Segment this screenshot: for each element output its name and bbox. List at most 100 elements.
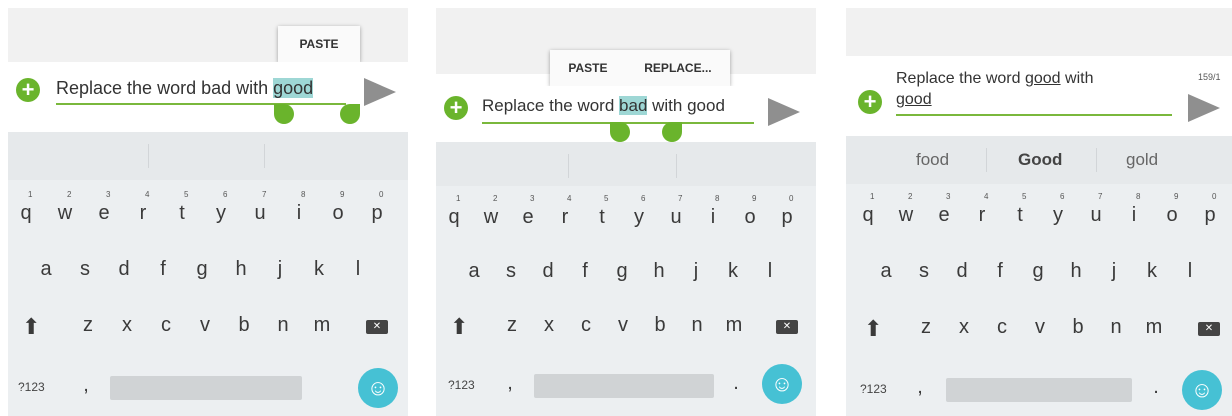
selection-handle-right[interactable] [340, 104, 360, 124]
key-n[interactable]: n [265, 314, 301, 337]
key-k[interactable]: k [1134, 260, 1170, 283]
space-bar[interactable] [110, 376, 302, 400]
key-t[interactable]: 5t [1002, 192, 1038, 227]
key-l[interactable]: l [340, 258, 376, 281]
message-input[interactable]: Replace the word bad with good [482, 96, 725, 116]
key-l[interactable]: l [752, 260, 788, 283]
message-input[interactable]: Replace the word bad with good [56, 78, 314, 99]
key-s[interactable]: s [67, 258, 103, 281]
key-q[interactable]: 1q [436, 194, 472, 229]
key-c[interactable]: c [568, 314, 604, 337]
shift-icon[interactable]: ⬆ [22, 314, 40, 340]
replace-button[interactable]: REPLACE... [644, 61, 711, 75]
key-u[interactable]: 7u [1078, 192, 1114, 227]
key-r[interactable]: 4r [125, 190, 161, 225]
key-r[interactable]: 4r [964, 192, 1000, 227]
key-k[interactable]: k [301, 258, 337, 281]
key-d[interactable]: d [944, 260, 980, 283]
key-k[interactable]: k [715, 260, 751, 283]
key-q[interactable]: 1q [8, 190, 44, 225]
paste-button[interactable]: PASTE [299, 37, 338, 51]
key-a[interactable]: a [456, 260, 492, 283]
key-g[interactable]: g [184, 258, 220, 281]
add-attachment-icon[interactable]: + [444, 96, 468, 120]
key-l[interactable]: l [1172, 260, 1208, 283]
symbols-key[interactable]: ?123 [448, 378, 475, 392]
key-z[interactable]: z [908, 316, 944, 339]
key-v[interactable]: v [187, 314, 223, 337]
key-t[interactable]: 5t [164, 190, 200, 225]
key-u[interactable]: 7u [658, 194, 694, 229]
suggestion-food[interactable]: food [916, 150, 949, 170]
key-h[interactable]: h [1058, 260, 1094, 283]
key-m[interactable]: m [1136, 316, 1172, 339]
send-icon[interactable] [364, 78, 396, 106]
key-h[interactable]: h [223, 258, 259, 281]
key-z[interactable]: z [70, 314, 106, 337]
emoji-icon[interactable]: ☺ [1182, 370, 1222, 410]
key-e[interactable]: 3e [510, 194, 546, 229]
key-period[interactable]: . [1138, 376, 1174, 399]
space-bar[interactable] [946, 378, 1132, 402]
paste-button[interactable]: PASTE [568, 61, 607, 75]
key-s[interactable]: s [493, 260, 529, 283]
key-c[interactable]: c [984, 316, 1020, 339]
selection-handle-left[interactable] [610, 122, 630, 142]
send-icon[interactable] [768, 98, 800, 126]
shift-icon[interactable]: ⬆ [864, 316, 882, 342]
key-j[interactable]: j [678, 260, 714, 283]
symbols-key[interactable]: ?123 [860, 382, 887, 396]
key-comma[interactable]: , [68, 374, 104, 397]
key-f[interactable]: f [567, 260, 603, 283]
message-input[interactable]: Replace the word good with good [896, 68, 1093, 110]
key-b[interactable]: b [1060, 316, 1096, 339]
key-a[interactable]: a [868, 260, 904, 283]
suggestion-good[interactable]: Good [1018, 150, 1062, 170]
key-y[interactable]: 6y [621, 194, 657, 229]
key-t[interactable]: 5t [584, 194, 620, 229]
key-y[interactable]: 6y [1040, 192, 1076, 227]
key-b[interactable]: b [226, 314, 262, 337]
key-w[interactable]: 2w [888, 192, 924, 227]
selection-handle-left[interactable] [274, 104, 294, 124]
key-comma[interactable]: , [902, 376, 938, 399]
key-f[interactable]: f [145, 258, 181, 281]
key-w[interactable]: 2w [473, 194, 509, 229]
key-j[interactable]: j [262, 258, 298, 281]
key-d[interactable]: d [530, 260, 566, 283]
key-d[interactable]: d [106, 258, 142, 281]
key-w[interactable]: 2w [47, 190, 83, 225]
suggestion-gold[interactable]: gold [1126, 150, 1158, 170]
key-x[interactable]: x [946, 316, 982, 339]
key-i[interactable]: 8i [281, 190, 317, 225]
add-attachment-icon[interactable]: + [858, 90, 882, 114]
key-p[interactable]: 0p [769, 194, 805, 229]
key-a[interactable]: a [28, 258, 64, 281]
emoji-icon[interactable]: ☺ [358, 368, 398, 408]
key-g[interactable]: g [604, 260, 640, 283]
key-s[interactable]: s [906, 260, 942, 283]
key-o[interactable]: 9o [1154, 192, 1190, 227]
key-m[interactable]: m [304, 314, 340, 337]
key-z[interactable]: z [494, 314, 530, 337]
selection-handle-right[interactable] [662, 122, 682, 142]
backspace-icon[interactable]: ✕ [776, 320, 798, 334]
key-o[interactable]: 9o [320, 190, 356, 225]
key-e[interactable]: 3e [86, 190, 122, 225]
key-x[interactable]: x [531, 314, 567, 337]
backspace-icon[interactable]: ✕ [1198, 322, 1220, 336]
key-f[interactable]: f [982, 260, 1018, 283]
key-e[interactable]: 3e [926, 192, 962, 227]
key-p[interactable]: 0p [1192, 192, 1228, 227]
send-icon[interactable] [1188, 94, 1220, 122]
key-i[interactable]: 8i [1116, 192, 1152, 227]
key-n[interactable]: n [1098, 316, 1134, 339]
key-period[interactable]: . [718, 372, 754, 395]
key-j[interactable]: j [1096, 260, 1132, 283]
key-comma[interactable]: , [492, 372, 528, 395]
shift-icon[interactable]: ⬆ [450, 314, 468, 340]
key-o[interactable]: 9o [732, 194, 768, 229]
key-v[interactable]: v [1022, 316, 1058, 339]
key-h[interactable]: h [641, 260, 677, 283]
key-m[interactable]: m [716, 314, 752, 337]
